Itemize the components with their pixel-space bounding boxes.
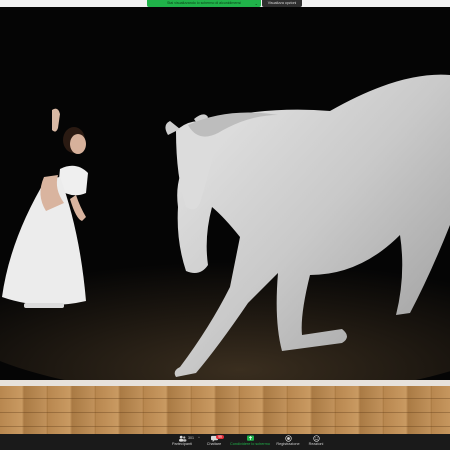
screen-share-icon — [246, 435, 254, 441]
share-status-pill[interactable]: Stai visualizzando lo schermo di alcunid… — [147, 0, 261, 7]
reactions-label: Reazioni — [308, 442, 324, 446]
people-icon — [178, 435, 186, 442]
share-status-text: Stai visualizzando lo schermo di alcunid… — [167, 1, 241, 5]
shared-screen — [0, 7, 450, 380]
meeting-toolbar: 301 ^ Partecipanti 99 Chattare Condivide… — [0, 434, 450, 450]
view-options-label: Visualizza opzioni — [267, 1, 297, 5]
share-screen-label: Condividere lo schermo — [230, 442, 270, 446]
chat-label: Chattare — [206, 442, 222, 446]
share-screen-button[interactable]: Condividere lo schermo — [230, 435, 270, 449]
view-options-button[interactable]: Visualizza opzioni — [262, 0, 302, 7]
chevron-down-icon: ⌄ — [254, 1, 258, 6]
share-banner: Stai visualizzando lo schermo di alcunid… — [0, 0, 450, 7]
smiley-icon — [312, 435, 320, 442]
wood-floor-backdrop — [0, 380, 450, 434]
chat-button[interactable]: 99 Chattare — [194, 435, 234, 449]
shared-photo — [0, 7, 450, 380]
chat-unread-badge: 99 — [216, 435, 224, 439]
record-icon — [284, 435, 292, 442]
reactions-button[interactable]: Reazioni — [296, 435, 336, 449]
